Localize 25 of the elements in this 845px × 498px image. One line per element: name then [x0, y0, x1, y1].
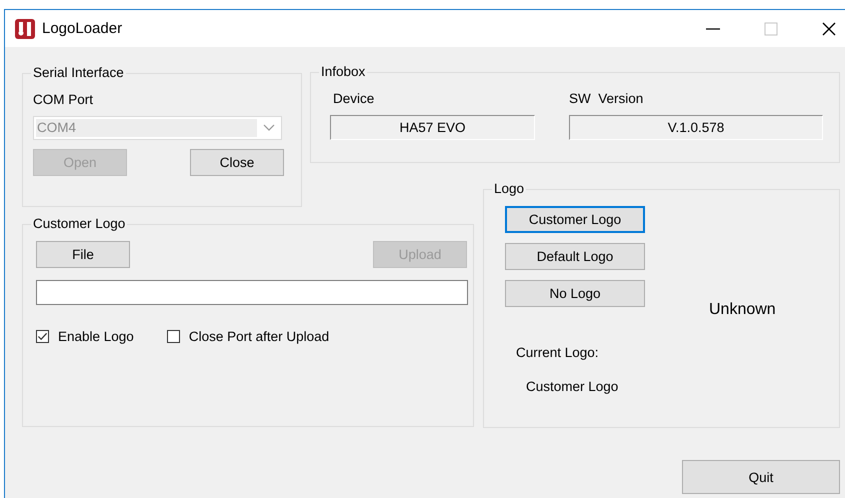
checkbox-label: Close Port after Upload: [188, 329, 330, 344]
checkbox-label: Enable Logo: [58, 329, 134, 344]
readonly-field: V.1.0.578: [569, 115, 823, 140]
group-title: Logo: [492, 181, 526, 197]
quit-button[interactable]: Quit: [682, 460, 840, 494]
button[interactable]: Default Logo: [505, 243, 645, 270]
current-logo-label: Current Logo:: [516, 345, 600, 360]
button[interactable]: Close: [190, 149, 284, 176]
checkbox[interactable]: [166, 330, 180, 343]
checkbox[interactable]: [36, 330, 49, 343]
field-label: Device: [333, 91, 376, 108]
button[interactable]: File: [36, 241, 130, 268]
app-logo-icon: [15, 18, 35, 38]
current-logo-value: Customer Logo: [526, 379, 620, 394]
button[interactable]: Customer Logo: [505, 206, 645, 233]
caret-icon: [263, 124, 275, 132]
group-title: Customer Logo: [31, 216, 128, 232]
field-label: SW Version: [569, 91, 644, 108]
file-path-field[interactable]: [36, 280, 468, 305]
button[interactable]: No Logo: [505, 280, 645, 307]
close-icon[interactable]: [822, 22, 836, 36]
logo-status-text: Unknown: [709, 301, 776, 320]
field-label: COM Port: [33, 92, 94, 109]
window-title: LogoLoader: [42, 20, 122, 37]
readonly-field: HA57 EVO: [330, 115, 535, 140]
